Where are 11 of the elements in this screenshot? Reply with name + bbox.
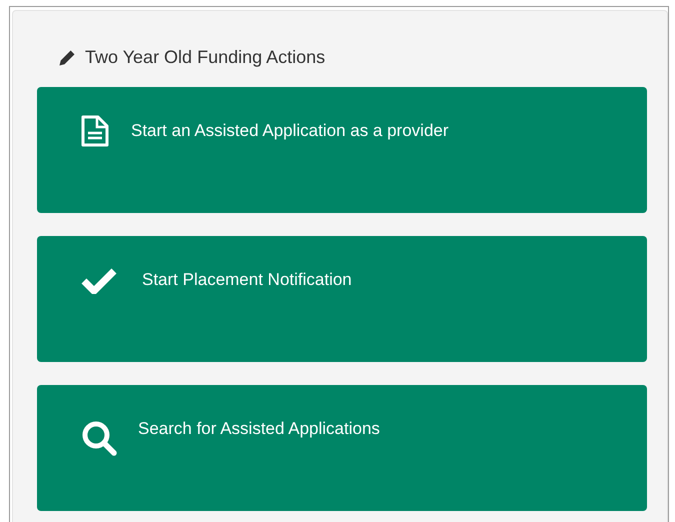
- pencil-icon: [59, 49, 76, 66]
- document-icon: [81, 115, 109, 147]
- search-icon: [81, 420, 117, 456]
- action-label: Start Placement Notification: [142, 270, 352, 290]
- action-label: Start an Assisted Application as a provider: [131, 121, 449, 141]
- panel-title: Two Year Old Funding Actions: [85, 47, 326, 68]
- action-label: Search for Assisted Applications: [138, 419, 380, 439]
- action-card[interactable]: Start an Assisted Application as a provider: [37, 87, 647, 213]
- checkmark-icon: [81, 266, 117, 294]
- action-card[interactable]: Search for Assisted Applications: [37, 385, 647, 511]
- action-card[interactable]: Start Placement Notification: [37, 236, 647, 362]
